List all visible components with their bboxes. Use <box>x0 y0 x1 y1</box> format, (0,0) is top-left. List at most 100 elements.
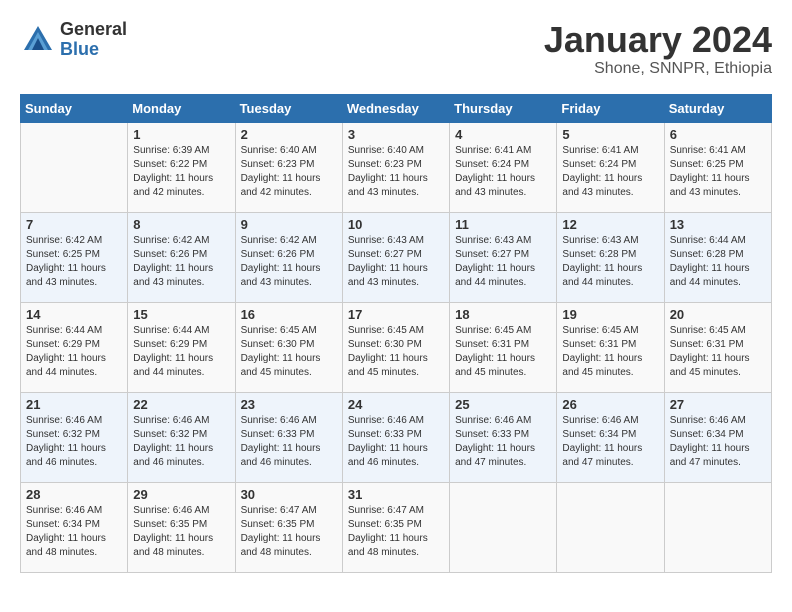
calendar-cell: 1Sunrise: 6:39 AM Sunset: 6:22 PM Daylig… <box>128 122 235 212</box>
day-number: 7 <box>26 217 122 232</box>
logo: General Blue <box>20 20 127 60</box>
weekday-header-saturday: Saturday <box>664 94 771 122</box>
calendar-cell: 22 Sunrise: 6:46 AM Sunset: 6:32 PM Dayli… <box>128 392 235 482</box>
calendar-cell: 3 Sunrise: 6:40 AM Sunset: 6:23 PM Daylig… <box>342 122 449 212</box>
calendar-cell: 4Sunrise: 6:41 AM Sunset: 6:24 PM Daylig… <box>450 122 557 212</box>
day-number: 12 <box>562 217 658 232</box>
day-info: Sunrise: 6:45 AM Sunset: 6:31 PM Dayligh… <box>670 324 766 380</box>
calendar-cell <box>21 122 128 212</box>
calendar-cell: 6 Sunrise: 6:41 AM Sunset: 6:25 PM Daylig… <box>664 122 771 212</box>
calendar-cell: 17Sunrise: 6:45 AM Sunset: 6:30 PM Dayli… <box>342 302 449 392</box>
weekday-header-monday: Monday <box>128 94 235 122</box>
calendar-cell: 8Sunrise: 6:42 AM Sunset: 6:26 PM Daylig… <box>128 212 235 302</box>
day-number: 31 <box>348 487 444 502</box>
day-number: 15 <box>133 307 229 322</box>
month-title: January 2024 <box>544 20 772 60</box>
day-number: 9 <box>241 217 337 232</box>
day-number: 19 <box>562 307 658 322</box>
day-info: Sunrise: 6:46 AM Sunset: 6:32 PM Dayligh… <box>26 414 122 470</box>
weekday-header-wednesday: Wednesday <box>342 94 449 122</box>
calendar-cell: 23 Sunrise: 6:46 AM Sunset: 6:33 PM Dayli… <box>235 392 342 482</box>
weekday-header-friday: Friday <box>557 94 664 122</box>
day-info: Sunrise: 6:41 AM Sunset: 6:24 PM Dayligh… <box>455 144 551 200</box>
day-info: Sunrise: 6:46 AM Sunset: 6:34 PM Dayligh… <box>670 414 766 470</box>
day-number: 6 <box>670 127 766 142</box>
day-number: 23 <box>241 397 337 412</box>
calendar-cell: 29Sunrise: 6:46 AM Sunset: 6:35 PM Dayli… <box>128 482 235 572</box>
calendar-cell: 16 Sunrise: 6:45 AM Sunset: 6:30 PM Dayli… <box>235 302 342 392</box>
day-info: Sunrise: 6:45 AM Sunset: 6:30 PM Dayligh… <box>241 324 337 380</box>
calendar-cell: 19 Sunrise: 6:45 AM Sunset: 6:31 PM Dayli… <box>557 302 664 392</box>
day-info: Sunrise: 6:46 AM Sunset: 6:32 PM Dayligh… <box>133 414 229 470</box>
calendar-cell: 13 Sunrise: 6:44 AM Sunset: 6:28 PM Dayli… <box>664 212 771 302</box>
logo-general: General <box>60 20 127 40</box>
calendar-cell: 9Sunrise: 6:42 AM Sunset: 6:26 PM Daylig… <box>235 212 342 302</box>
day-number: 20 <box>670 307 766 322</box>
day-info: Sunrise: 6:40 AM Sunset: 6:23 PM Dayligh… <box>348 144 444 200</box>
day-info: Sunrise: 6:46 AM Sunset: 6:34 PM Dayligh… <box>562 414 658 470</box>
day-number: 18 <box>455 307 551 322</box>
day-info: Sunrise: 6:47 AM Sunset: 6:35 PM Dayligh… <box>241 504 337 560</box>
calendar-cell: 10 Sunrise: 6:43 AM Sunset: 6:27 PM Dayli… <box>342 212 449 302</box>
logo-blue: Blue <box>60 40 127 60</box>
day-info: Sunrise: 6:43 AM Sunset: 6:28 PM Dayligh… <box>562 234 658 290</box>
calendar-cell: 31 Sunrise: 6:47 AM Sunset: 6:35 PM Dayli… <box>342 482 449 572</box>
weekday-header-sunday: Sunday <box>21 94 128 122</box>
week-row-5: 28Sunrise: 6:46 AM Sunset: 6:34 PM Dayli… <box>21 482 772 572</box>
calendar-cell: 21Sunrise: 6:46 AM Sunset: 6:32 PM Dayli… <box>21 392 128 482</box>
calendar-cell: 5Sunrise: 6:41 AM Sunset: 6:24 PM Daylig… <box>557 122 664 212</box>
day-info: Sunrise: 6:43 AM Sunset: 6:27 PM Dayligh… <box>455 234 551 290</box>
calendar-cell: 11 Sunrise: 6:43 AM Sunset: 6:27 PM Dayli… <box>450 212 557 302</box>
day-info: Sunrise: 6:47 AM Sunset: 6:35 PM Dayligh… <box>348 504 444 560</box>
day-info: Sunrise: 6:40 AM Sunset: 6:23 PM Dayligh… <box>241 144 337 200</box>
day-info: Sunrise: 6:43 AM Sunset: 6:27 PM Dayligh… <box>348 234 444 290</box>
calendar-cell <box>557 482 664 572</box>
calendar-cell: 26Sunrise: 6:46 AM Sunset: 6:34 PM Dayli… <box>557 392 664 482</box>
calendar-cell: 14 Sunrise: 6:44 AM Sunset: 6:29 PM Dayli… <box>21 302 128 392</box>
day-info: Sunrise: 6:42 AM Sunset: 6:25 PM Dayligh… <box>26 234 122 290</box>
calendar-cell: 15 Sunrise: 6:44 AM Sunset: 6:29 PM Dayli… <box>128 302 235 392</box>
day-info: Sunrise: 6:44 AM Sunset: 6:29 PM Dayligh… <box>26 324 122 380</box>
weekday-header-tuesday: Tuesday <box>235 94 342 122</box>
calendar-cell: 2 Sunrise: 6:40 AM Sunset: 6:23 PM Daylig… <box>235 122 342 212</box>
day-number: 2 <box>241 127 337 142</box>
day-number: 1 <box>133 127 229 142</box>
day-number: 16 <box>241 307 337 322</box>
day-number: 14 <box>26 307 122 322</box>
day-number: 29 <box>133 487 229 502</box>
day-info: Sunrise: 6:44 AM Sunset: 6:28 PM Dayligh… <box>670 234 766 290</box>
day-number: 27 <box>670 397 766 412</box>
calendar-cell: 30 Sunrise: 6:47 AM Sunset: 6:35 PM Dayli… <box>235 482 342 572</box>
calendar-cell: 28Sunrise: 6:46 AM Sunset: 6:34 PM Dayli… <box>21 482 128 572</box>
title-block: January 2024 Shone, SNNPR, Ethiopia <box>544 20 772 78</box>
day-number: 30 <box>241 487 337 502</box>
page-header: General Blue January 2024 Shone, SNNPR, … <box>20 20 772 78</box>
day-info: Sunrise: 6:46 AM Sunset: 6:33 PM Dayligh… <box>455 414 551 470</box>
day-number: 3 <box>348 127 444 142</box>
day-info: Sunrise: 6:42 AM Sunset: 6:26 PM Dayligh… <box>133 234 229 290</box>
calendar-cell: 20 Sunrise: 6:45 AM Sunset: 6:31 PM Dayli… <box>664 302 771 392</box>
day-info: Sunrise: 6:45 AM Sunset: 6:31 PM Dayligh… <box>562 324 658 380</box>
week-row-2: 7 Sunrise: 6:42 AM Sunset: 6:25 PM Daylig… <box>21 212 772 302</box>
day-info: Sunrise: 6:46 AM Sunset: 6:33 PM Dayligh… <box>348 414 444 470</box>
day-info: Sunrise: 6:45 AM Sunset: 6:31 PM Dayligh… <box>455 324 551 380</box>
day-info: Sunrise: 6:45 AM Sunset: 6:30 PM Dayligh… <box>348 324 444 380</box>
weekday-header-thursday: Thursday <box>450 94 557 122</box>
calendar-cell <box>450 482 557 572</box>
day-info: Sunrise: 6:46 AM Sunset: 6:33 PM Dayligh… <box>241 414 337 470</box>
location: Shone, SNNPR, Ethiopia <box>544 60 772 78</box>
day-number: 24 <box>348 397 444 412</box>
calendar-cell: 25Sunrise: 6:46 AM Sunset: 6:33 PM Dayli… <box>450 392 557 482</box>
day-number: 22 <box>133 397 229 412</box>
day-number: 11 <box>455 217 551 232</box>
day-info: Sunrise: 6:46 AM Sunset: 6:34 PM Dayligh… <box>26 504 122 560</box>
calendar-cell: 7 Sunrise: 6:42 AM Sunset: 6:25 PM Daylig… <box>21 212 128 302</box>
day-number: 13 <box>670 217 766 232</box>
day-info: Sunrise: 6:44 AM Sunset: 6:29 PM Dayligh… <box>133 324 229 380</box>
weekday-header-row: SundayMondayTuesdayWednesdayThursdayFrid… <box>21 94 772 122</box>
day-number: 10 <box>348 217 444 232</box>
day-info: Sunrise: 6:41 AM Sunset: 6:25 PM Dayligh… <box>670 144 766 200</box>
week-row-4: 21Sunrise: 6:46 AM Sunset: 6:32 PM Dayli… <box>21 392 772 482</box>
logo-text: General Blue <box>60 20 127 60</box>
calendar-cell: 18 Sunrise: 6:45 AM Sunset: 6:31 PM Dayli… <box>450 302 557 392</box>
